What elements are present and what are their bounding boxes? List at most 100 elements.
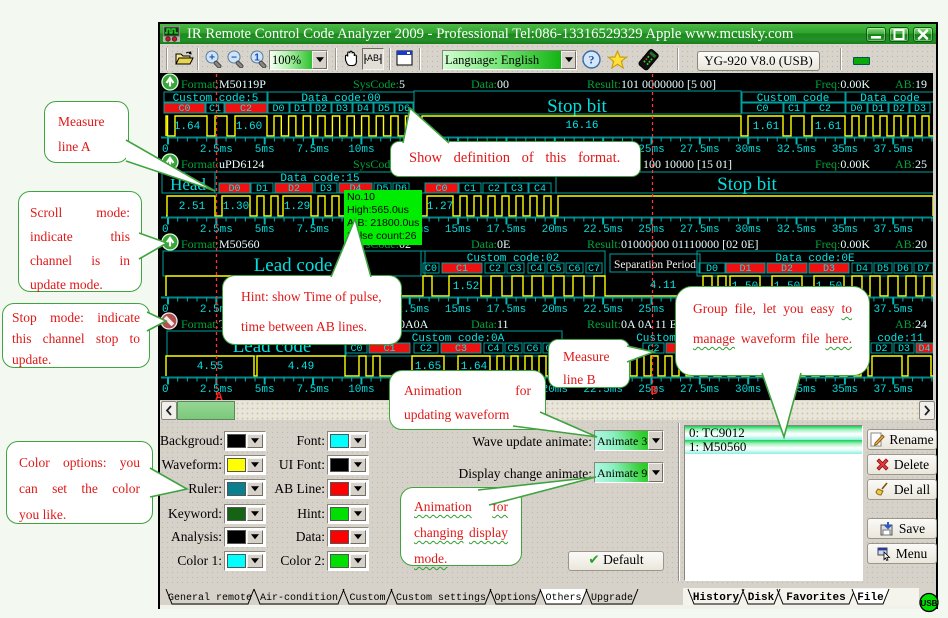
svg-text:37.5ms: 37.5ms bbox=[873, 144, 913, 156]
svg-text:5ms: 5ms bbox=[255, 224, 275, 236]
svg-text:AB:25: AB:25 bbox=[895, 157, 927, 171]
svg-text:D0: D0 bbox=[850, 104, 862, 115]
svg-text:AB:24: AB:24 bbox=[895, 317, 927, 331]
svg-text:Stop bit: Stop bit bbox=[547, 96, 607, 117]
svg-text:D4: D4 bbox=[918, 344, 930, 355]
svg-text:20ms: 20ms bbox=[542, 224, 568, 236]
svg-text:D0: D0 bbox=[228, 184, 240, 195]
svg-text:D0: D0 bbox=[706, 264, 718, 275]
svg-text:C3: C3 bbox=[455, 344, 467, 355]
svg-text:0A0A: 0A0A bbox=[399, 317, 429, 331]
svg-text:20ms: 20ms bbox=[542, 304, 568, 316]
svg-text:C1: C1 bbox=[383, 344, 395, 355]
svg-text:Others: Others bbox=[545, 592, 581, 604]
svg-text:−: − bbox=[231, 53, 237, 64]
svg-text:C1: C1 bbox=[464, 184, 476, 195]
svg-text:1.64: 1.64 bbox=[174, 121, 201, 133]
svg-text:1.61: 1.61 bbox=[753, 121, 780, 133]
svg-text:C4: C4 bbox=[530, 264, 542, 275]
svg-text:17.5ms: 17.5ms bbox=[487, 224, 527, 236]
svg-text:Favorites: Favorites bbox=[786, 592, 845, 604]
svg-text:C2: C2 bbox=[489, 264, 501, 275]
svg-text:C2: C2 bbox=[240, 104, 252, 115]
svg-text:D6: D6 bbox=[897, 264, 909, 275]
svg-text:C3: C3 bbox=[509, 264, 521, 275]
svg-text:25ms: 25ms bbox=[638, 304, 664, 316]
svg-text:Custom: Custom bbox=[349, 593, 385, 604]
svg-text:15ms: 15ms bbox=[445, 304, 471, 316]
svg-text:32.5ms: 32.5ms bbox=[777, 144, 817, 156]
svg-text:D3: D3 bbox=[898, 344, 910, 355]
svg-text:32.5ms: 32.5ms bbox=[777, 224, 817, 236]
svg-text:D4: D4 bbox=[357, 104, 369, 115]
svg-text:4.11: 4.11 bbox=[650, 280, 677, 292]
svg-text:1.60: 1.60 bbox=[236, 121, 262, 133]
svg-text:35ms: 35ms bbox=[832, 144, 858, 156]
svg-text:22.5ms: 22.5ms bbox=[583, 304, 623, 316]
svg-text:C2: C2 bbox=[647, 344, 659, 355]
svg-text:C1: C1 bbox=[788, 104, 800, 115]
svg-text:25ms: 25ms bbox=[638, 144, 664, 156]
svg-text:D2: D2 bbox=[288, 184, 300, 195]
svg-text:Disk: Disk bbox=[748, 592, 775, 604]
svg-text:D3: D3 bbox=[914, 104, 926, 115]
svg-text:D0: D0 bbox=[272, 104, 284, 115]
svg-text:5ms: 5ms bbox=[255, 384, 275, 396]
svg-text:Lead code: Lead code bbox=[254, 255, 333, 276]
svg-text:C1: C1 bbox=[209, 104, 221, 115]
svg-text:Data:0E: Data:0E bbox=[471, 237, 510, 251]
svg-text:C2: C2 bbox=[819, 104, 831, 115]
svg-text:Format:M50119P: Format:M50119P bbox=[181, 77, 266, 91]
svg-text:Freq:0.00K: Freq:0.00K bbox=[815, 237, 870, 251]
svg-text:Result:0A 0A 11 EE: Result:0A 0A 11 EE bbox=[587, 317, 684, 331]
svg-text:C2: C2 bbox=[488, 184, 500, 195]
svg-text:D3: D3 bbox=[320, 184, 332, 195]
svg-text:C4: C4 bbox=[534, 184, 546, 195]
svg-text:SysCode:5: SysCode:5 bbox=[353, 77, 405, 91]
svg-text:D6: D6 bbox=[398, 104, 410, 115]
svg-text:27.5ms: 27.5ms bbox=[680, 384, 720, 396]
svg-text:7.5ms: 7.5ms bbox=[297, 144, 330, 156]
svg-text:22.5ms: 22.5ms bbox=[583, 224, 623, 236]
svg-text:7.5ms: 7.5ms bbox=[297, 384, 330, 396]
svg-text:Freq:0.00K: Freq:0.00K bbox=[815, 77, 870, 91]
svg-text:D2: D2 bbox=[875, 344, 887, 355]
svg-text:Data:00: Data:00 bbox=[471, 77, 509, 91]
svg-text:Stop bit: Stop bit bbox=[717, 174, 777, 195]
svg-text:D2: D2 bbox=[315, 104, 327, 115]
svg-text:10ms: 10ms bbox=[348, 384, 374, 396]
svg-text:37.5ms: 37.5ms bbox=[873, 304, 913, 316]
svg-text:C5: C5 bbox=[507, 344, 519, 355]
svg-text:Options: Options bbox=[494, 592, 536, 604]
svg-text:10ms: 10ms bbox=[348, 144, 374, 156]
svg-text:File: File bbox=[857, 592, 884, 604]
svg-text:1: 1 bbox=[254, 53, 260, 64]
svg-text:37.5ms: 37.5ms bbox=[873, 384, 913, 396]
svg-text:16.16: 16.16 bbox=[565, 120, 598, 132]
svg-text:D1: D1 bbox=[872, 104, 884, 115]
svg-text:4.55: 4.55 bbox=[197, 361, 223, 373]
svg-text:1.29: 1.29 bbox=[284, 201, 310, 213]
svg-text:AB:20: AB:20 bbox=[895, 237, 927, 251]
svg-text:Result:101 0000000 [5 00]: Result:101 0000000 [5 00] bbox=[587, 77, 716, 91]
svg-text:Head: Head bbox=[170, 175, 206, 194]
svg-text:15ms: 15ms bbox=[445, 224, 471, 236]
svg-text:+: + bbox=[209, 53, 215, 64]
svg-text:C0: C0 bbox=[425, 264, 437, 275]
svg-text:C3: C3 bbox=[511, 184, 523, 195]
svg-text:2.51: 2.51 bbox=[179, 201, 206, 213]
svg-text:AB:19: AB:19 bbox=[895, 77, 927, 91]
svg-text:30ms: 30ms bbox=[735, 224, 761, 236]
svg-text:Data:11: Data:11 bbox=[471, 317, 509, 331]
svg-text:Air-condition: Air-condition bbox=[260, 592, 338, 604]
svg-text:1.27: 1.27 bbox=[427, 201, 453, 213]
svg-text:32.5ms: 32.5ms bbox=[777, 384, 817, 396]
svg-text:?: ? bbox=[589, 53, 595, 67]
svg-text:25ms: 25ms bbox=[638, 224, 664, 236]
svg-text:C6: C6 bbox=[526, 344, 538, 355]
svg-text:Format:M50560: Format:M50560 bbox=[181, 237, 260, 251]
svg-text:C0: C0 bbox=[435, 184, 447, 195]
svg-text:C0: C0 bbox=[178, 104, 190, 115]
svg-text:C6: C6 bbox=[568, 264, 580, 275]
svg-text:D2: D2 bbox=[893, 104, 905, 115]
